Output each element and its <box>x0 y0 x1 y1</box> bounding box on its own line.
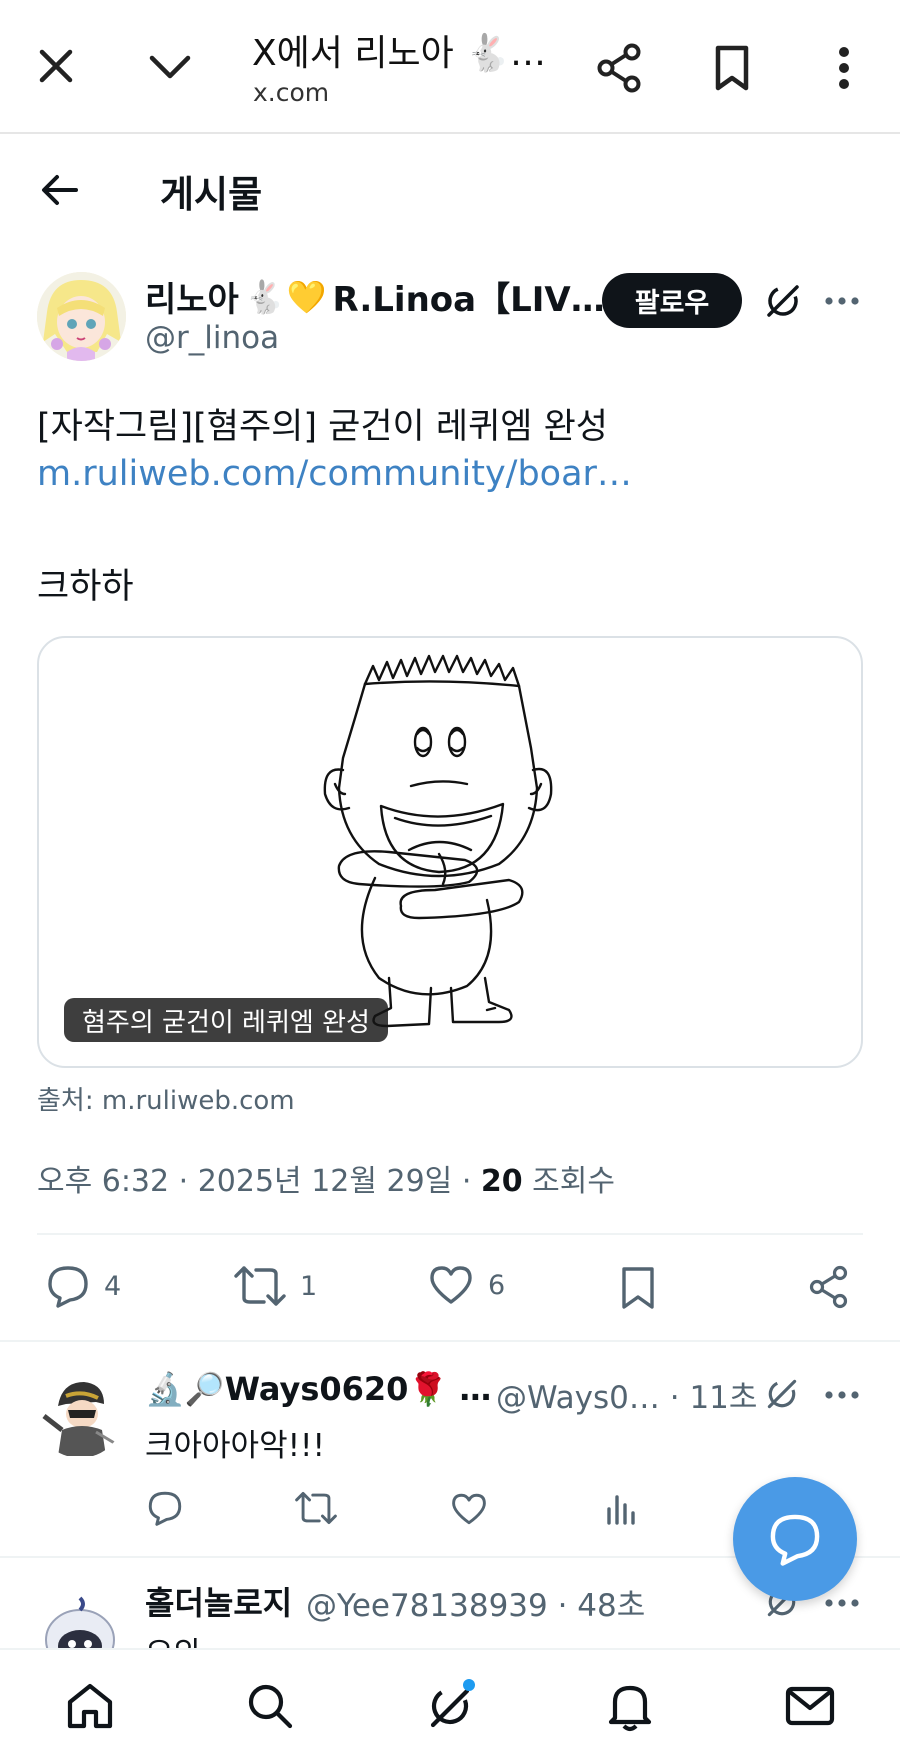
share-icon[interactable] <box>592 40 648 96</box>
reply-button[interactable]: 4 <box>46 1264 121 1308</box>
reply-avatar[interactable] <box>36 1588 124 1648</box>
grok-icon[interactable] <box>760 278 806 324</box>
reply-icon[interactable] <box>145 1488 185 1528</box>
card-caption: 혐주의 굳건이 레퀴엠 완성 <box>64 998 388 1042</box>
reply-author-name[interactable]: 홀더놀로지 <box>145 1578 292 1624</box>
arrow-left-icon[interactable] <box>36 166 84 214</box>
like-count: 6 <box>488 1269 506 1301</box>
reply-count: 4 <box>104 1270 122 1302</box>
compose-reply-button[interactable] <box>733 1477 857 1601</box>
more-horizontal-icon[interactable] <box>822 286 862 316</box>
bottom-navigation <box>0 1648 900 1762</box>
reply-text: 크아아아악!!! <box>145 1428 325 1464</box>
reply-handle-time: @Ways0… · 11초 <box>496 1380 758 1416</box>
author-avatar[interactable] <box>37 272 126 361</box>
bookmark-post-button[interactable] <box>616 1264 660 1312</box>
author-name[interactable]: 리노아 🐇 💛 R.Linoa【LIV… <box>145 272 605 321</box>
post-timestamp-views: 오후 6:32 · 2025년 12월 29일 · 20 조회수 <box>37 1156 615 1200</box>
follow-button[interactable]: 팔로우 <box>602 273 742 328</box>
author-name-suffix: R.Linoa【LIV… <box>332 280 605 320</box>
repost-icon <box>234 1266 286 1306</box>
yellow-heart-emoji-icon: 💛 <box>286 277 327 316</box>
views-icon[interactable] <box>602 1488 642 1528</box>
browser-page-title[interactable]: X에서 리노아 🐇… <box>252 24 546 76</box>
reply-handle-time: @Yee78138939 · 48초 <box>306 1588 646 1624</box>
rabbit-emoji-icon: 🐇 <box>244 277 285 316</box>
post-link[interactable]: m.ruliweb.com/community/boar… <box>37 454 632 494</box>
browser-url[interactable]: x.com <box>253 78 329 107</box>
heart-icon <box>430 1266 472 1304</box>
share-post-button[interactable] <box>806 1264 852 1310</box>
search-icon[interactable] <box>242 1678 298 1734</box>
bookmark-icon[interactable] <box>704 40 760 96</box>
like-button[interactable]: 6 <box>428 1264 505 1306</box>
post-timestamp: 오후 6:32 · 2025년 12월 29일 · <box>37 1164 481 1199</box>
more-vertical-icon[interactable] <box>822 40 866 96</box>
reply-author-name[interactable]: 🔬🔎Ways0620🌹 … <box>145 1370 491 1408</box>
views-count: 20 <box>480 1164 523 1199</box>
share-icon <box>809 1265 848 1309</box>
card-source[interactable]: 출처: m.ruliweb.com <box>37 1080 295 1117</box>
mail-icon[interactable] <box>782 1678 838 1734</box>
grok-icon[interactable] <box>760 1374 804 1414</box>
grok-icon[interactable] <box>422 1678 478 1734</box>
divider <box>37 1233 863 1235</box>
repost-count: 1 <box>300 1270 318 1302</box>
close-icon[interactable] <box>30 40 82 92</box>
compose-reply-icon <box>770 1514 820 1566</box>
reply-text: 오와 <box>145 1628 202 1648</box>
reply-icon <box>48 1266 88 1308</box>
post-text: [자작그림][혐주의] 굳건이 레퀴엠 완성 <box>37 407 608 447</box>
repost-button[interactable]: 1 <box>234 1264 317 1308</box>
author-name-text: 리노아 <box>145 280 239 320</box>
chevron-down-icon[interactable] <box>142 40 198 92</box>
page-title: 게시물 <box>160 173 263 216</box>
home-icon[interactable] <box>62 1678 118 1734</box>
more-horizontal-icon[interactable] <box>822 1380 862 1410</box>
views-label: 조회수 <box>522 1164 615 1199</box>
reply-avatar[interactable] <box>36 1370 124 1458</box>
bookmark-icon <box>622 1267 654 1309</box>
author-handle[interactable]: @r_linoa <box>145 320 279 356</box>
repost-icon[interactable] <box>294 1488 338 1528</box>
bell-icon[interactable] <box>602 1678 658 1734</box>
browser-toolbar: X에서 리노아 🐇… x.com <box>0 0 900 134</box>
heart-icon[interactable] <box>448 1490 490 1528</box>
post-text-secondary: 크하하 <box>37 567 134 607</box>
more-horizontal-icon[interactable] <box>822 1588 862 1618</box>
